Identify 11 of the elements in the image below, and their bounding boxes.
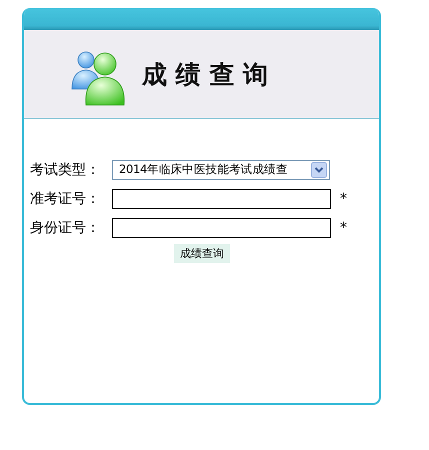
exam-type-dropdown[interactable]: 2014年临床中医技能考试成绩查	[112, 160, 330, 180]
query-button[interactable]: 成绩查询	[174, 244, 230, 263]
page-title: 成 绩 查 询	[142, 58, 268, 90]
required-mark: *	[340, 190, 347, 206]
field-label: 身份证号：	[30, 218, 101, 236]
input-field[interactable]	[112, 218, 331, 238]
input-field[interactable]	[112, 188, 331, 208]
field-label: 准考证号：	[30, 190, 101, 208]
caret-icon	[311, 162, 327, 178]
required-mark: *	[340, 220, 347, 236]
field-label: 考试类型：	[30, 160, 101, 178]
